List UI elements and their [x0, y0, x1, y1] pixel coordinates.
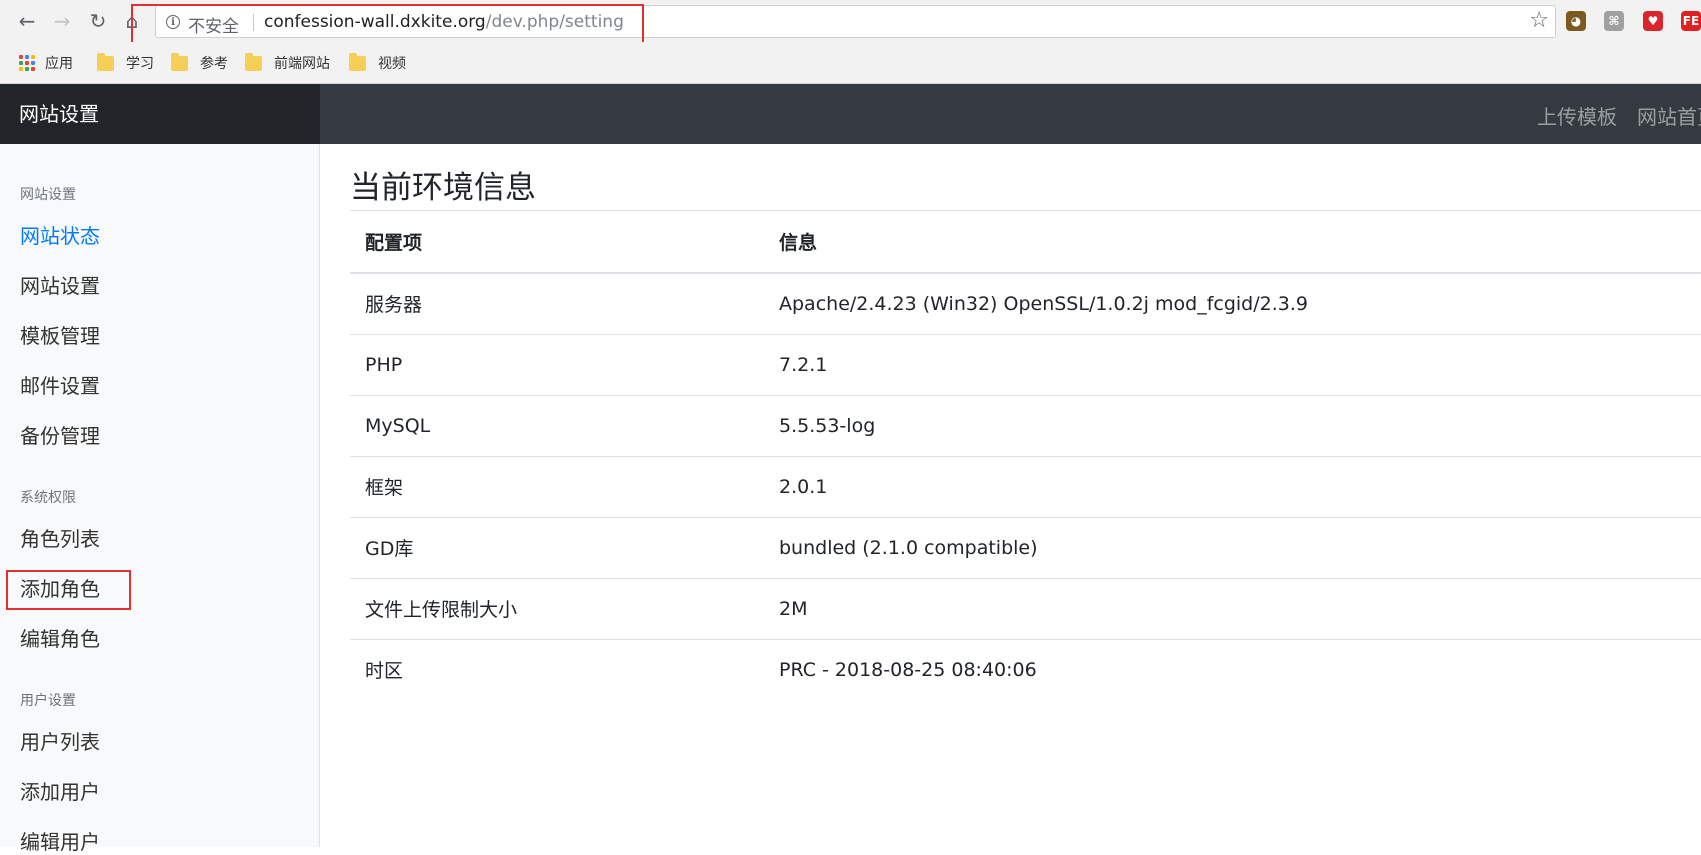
add-role-annotation-box	[6, 570, 131, 610]
sidebar-item-site-settings[interactable]: 网站设置	[20, 270, 100, 299]
cookie-extension-icon[interactable]: ◕	[1566, 11, 1586, 31]
bookmark-apps[interactable]: 应用	[19, 52, 73, 74]
sidebar: 网站设置 网站状态 网站设置 模板管理 邮件设置 备份管理 系统权限 角色列表 …	[0, 144, 320, 854]
table-row: 框架 2.0.1	[350, 455, 1701, 517]
table-row: 文件上传限制大小 2M	[350, 577, 1701, 639]
sidebar-item-edit-role[interactable]: 编辑角色	[20, 623, 100, 652]
command-extension-icon[interactable]: ⌘	[1604, 11, 1624, 31]
config-key: 框架	[350, 455, 764, 517]
table-row: 时区 PRC - 2018-08-25 08:40:06	[350, 638, 1701, 700]
sidebar-item-mail-settings[interactable]: 邮件设置	[20, 370, 100, 399]
sidebar-heading-site: 网站设置	[20, 187, 76, 203]
reload-icon[interactable]: ↻	[85, 8, 111, 34]
bookmark-star-icon[interactable]: ☆	[1529, 8, 1549, 33]
bookmark-label: 学习	[126, 56, 154, 72]
environment-info-table: 配置项 信息 服务器 Apache/2.4.23 (Win32) OpenSSL…	[350, 211, 1701, 700]
bookmark-label: 前端网站	[274, 56, 330, 72]
upload-template-link[interactable]: 上传模板	[1537, 101, 1617, 130]
sidebar-item-edit-user[interactable]: 编辑用户	[20, 826, 100, 855]
bookmark-label: 视频	[378, 56, 406, 72]
forward-arrow-icon[interactable]: →	[49, 8, 75, 34]
sidebar-item-template-management[interactable]: 模板管理	[20, 320, 100, 349]
back-arrow-icon[interactable]: ←	[14, 8, 40, 34]
bookmark-label: 参考	[200, 56, 228, 72]
sidebar-heading-permissions: 系统权限	[20, 490, 76, 506]
folder-icon	[97, 52, 114, 71]
config-value: Apache/2.4.23 (Win32) OpenSSL/1.0.2j mod…	[764, 272, 1701, 334]
bookmark-study[interactable]: 学习	[97, 52, 154, 74]
sidebar-item-add-user[interactable]: 添加用户	[20, 776, 100, 805]
config-key: 服务器	[350, 272, 764, 334]
config-value: 2.0.1	[764, 455, 1701, 517]
column-header-info: 信息	[764, 211, 1701, 274]
fe-extension-icon[interactable]: FE	[1681, 11, 1701, 31]
table-row: PHP 7.2.1	[350, 333, 1701, 395]
main-content: 当前环境信息 配置项 信息 服务器 Apache/2.4.23 (Win32) …	[320, 144, 1701, 847]
bookmark-frontend-sites[interactable]: 前端网站	[245, 52, 330, 74]
config-key: 时区	[350, 638, 764, 700]
config-value: bundled (2.1.0 compatible)	[764, 516, 1701, 578]
sidebar-item-role-list[interactable]: 角色列表	[20, 523, 100, 552]
site-home-link[interactable]: 网站首页	[1637, 101, 1701, 130]
config-value: 7.2.1	[764, 333, 1701, 395]
brand-title[interactable]: 网站设置	[0, 84, 320, 144]
folder-icon	[349, 52, 366, 71]
bookmarks-bar: 应用 学习 参考 前端网站 视频	[0, 42, 1701, 84]
config-value: 5.5.53-log	[764, 394, 1701, 456]
config-key: 文件上传限制大小	[350, 577, 764, 639]
table-header-row: 配置项 信息	[350, 211, 1701, 274]
folder-icon	[245, 52, 262, 71]
folder-icon	[171, 52, 188, 71]
config-key: MySQL	[350, 394, 764, 456]
bookmark-label: 应用	[45, 56, 73, 72]
config-value: 2M	[764, 577, 1701, 639]
sidebar-heading-users: 用户设置	[20, 693, 76, 709]
bookmark-video[interactable]: 视频	[349, 52, 406, 74]
table-row: MySQL 5.5.53-log	[350, 394, 1701, 456]
page-title: 当前环境信息	[350, 170, 536, 206]
sidebar-item-backup-management[interactable]: 备份管理	[20, 420, 100, 449]
red-extension-icon[interactable]: ♥	[1643, 11, 1663, 31]
column-header-config: 配置项	[350, 211, 764, 274]
config-value: PRC - 2018-08-25 08:40:06	[764, 638, 1701, 700]
config-key: GD库	[350, 516, 764, 578]
sidebar-item-site-status[interactable]: 网站状态	[20, 220, 100, 249]
table-row: GD库 bundled (2.1.0 compatible)	[350, 516, 1701, 578]
sidebar-item-user-list[interactable]: 用户列表	[20, 726, 100, 755]
bookmark-reference[interactable]: 参考	[171, 52, 228, 74]
apps-grid-icon	[19, 54, 36, 72]
app-navbar: 网站设置 上传模板 网站首页	[0, 84, 1701, 144]
config-key: PHP	[350, 333, 764, 395]
table-row: 服务器 Apache/2.4.23 (Win32) OpenSSL/1.0.2j…	[350, 272, 1701, 334]
